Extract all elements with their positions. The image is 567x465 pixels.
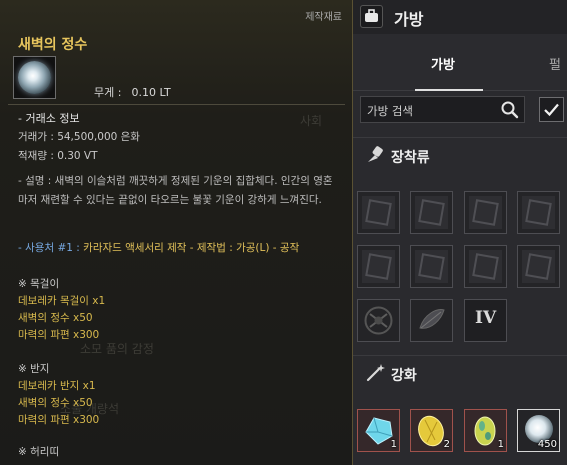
tab-active-indicator — [415, 89, 483, 91]
equipment-slot[interactable] — [517, 245, 560, 288]
crest-icon — [364, 306, 393, 335]
equipment-slot[interactable] — [410, 191, 453, 234]
equipment-slot[interactable] — [357, 245, 400, 288]
check-icon — [544, 103, 559, 117]
recipe-title: ※ 목걸이 — [18, 278, 60, 290]
divider — [8, 104, 345, 105]
bag-icon — [360, 5, 383, 28]
enhance-slot[interactable]: 450 — [517, 409, 560, 452]
tab-pearl[interactable]: 펄 — [549, 54, 561, 73]
item-weight: 무게 :0.10 LT — [94, 86, 171, 99]
item-count: 450 — [537, 439, 557, 450]
item-description: - 설명 : 새벽의 이슬처럼 깨끗하게 정제된 기운의 집합체다. 인간의 영… — [18, 175, 333, 206]
recipe-line: 데보레카 목걸이 x1 — [18, 295, 106, 307]
recipe-line: 마력의 파편 x300 — [18, 329, 100, 341]
recipe-line: 데보레카 반지 x1 — [18, 380, 96, 392]
item-usage: - 사용처 #1 : 카라자드 액세서리 제작 - 제작법 : 가공(L) - … — [18, 242, 300, 254]
enhance-slot[interactable]: 1 — [357, 409, 400, 452]
recipe-line: 새벽의 정수 x50 — [18, 312, 93, 324]
equipment-slot[interactable] — [410, 299, 453, 342]
divider — [353, 137, 567, 138]
equipment-slot[interactable] — [357, 191, 400, 234]
recipe-title: ※ 허리띠 — [18, 446, 60, 458]
equipment-icon — [368, 146, 383, 162]
equipment-slot[interactable] — [464, 191, 507, 234]
search-icon[interactable] — [500, 100, 520, 120]
tab-bag[interactable]: 가방 — [431, 54, 455, 73]
item-count: 1 — [497, 439, 504, 450]
section-equipment-title: 장착류 — [391, 150, 430, 166]
enhance-slot[interactable]: 1 — [464, 409, 507, 452]
item-count: 1 — [390, 439, 397, 450]
search-placeholder: 가방 검색 — [367, 104, 413, 118]
item-name: 새벽의 정수 — [18, 37, 88, 53]
recipe-line: 새벽의 정수 x50 — [18, 397, 93, 409]
market-weight-limit: 적재량 : 0.30 VT — [18, 150, 98, 162]
equipment-slot[interactable] — [357, 299, 400, 342]
bag-tabs: 가방 펄 — [353, 34, 567, 91]
equipment-slot[interactable] — [464, 245, 507, 288]
bag-search-input[interactable]: 가방 검색 — [360, 96, 525, 123]
item-category: 제작재료 — [305, 12, 342, 23]
roman-numeral-iv: IV — [475, 308, 497, 328]
divider — [353, 355, 567, 356]
equipment-slot[interactable] — [517, 191, 560, 234]
recipe-line: 마력의 파편 x300 — [18, 414, 100, 426]
market-price: 거래가 : 54,500,000 은화 — [18, 131, 140, 143]
item-count: 2 — [443, 439, 450, 450]
item-tooltip: 사회 소모 품의 감정 소울 개량석 제작재료 새벽의 정수 무게 :0.10 … — [0, 0, 353, 465]
recipe-title: ※ 반지 — [18, 363, 50, 375]
filter-checkbox[interactable] — [539, 97, 564, 122]
item-orb-icon — [13, 56, 56, 99]
feather-icon — [419, 309, 445, 329]
equipment-slot[interactable]: IV — [464, 299, 507, 342]
market-info-header: - 거래소 정보 — [18, 112, 80, 125]
bag-header: 가방 — [353, 0, 567, 34]
section-enhance-title: 강화 — [391, 368, 417, 384]
enhance-wand-icon — [366, 364, 385, 382]
bag-panel: 가방 가방 펄 가방 검색 장착류 IV 강화 1 2 1 450 — [353, 0, 567, 465]
bag-title: 가방 — [394, 10, 424, 29]
enhance-slot[interactable]: 2 — [410, 409, 453, 452]
equipment-slot[interactable] — [410, 245, 453, 288]
